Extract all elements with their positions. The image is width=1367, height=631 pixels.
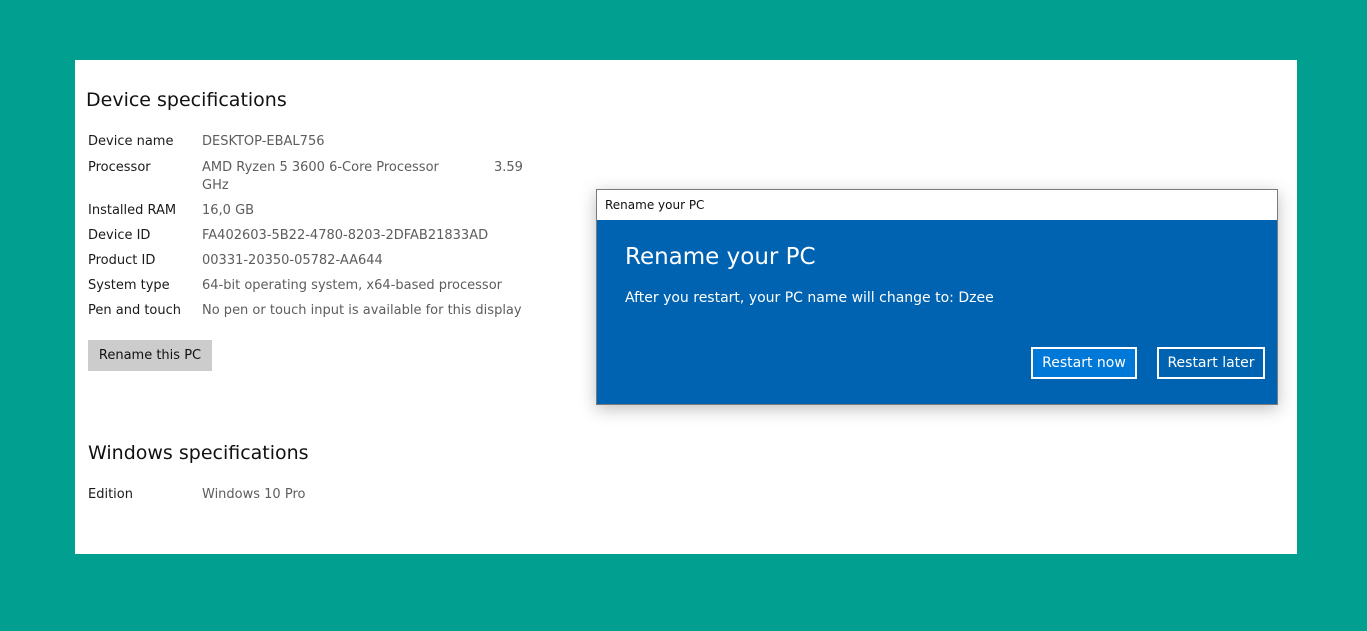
spec-label: System type	[88, 278, 170, 293]
spec-label: Edition	[88, 487, 133, 502]
device-specifications-heading: Device specifications	[86, 89, 287, 111]
spec-value: Windows 10 Pro	[202, 487, 306, 502]
dialog-title-bar[interactable]: Rename your PC	[597, 190, 1277, 220]
spec-label: Pen and touch	[88, 303, 182, 318]
spec-value: No pen or touch input is available for t…	[202, 303, 522, 318]
dialog-message: After you restart, your PC name will cha…	[625, 290, 994, 306]
dialog-heading: Rename your PC	[625, 244, 816, 270]
spec-value: 64-bit operating system, x64-based proce…	[202, 278, 502, 293]
spec-label: Installed RAM	[88, 203, 177, 218]
spec-value: AMD Ryzen 5 3600 6-Core Processor GHz	[202, 160, 439, 193]
spec-value: 16,0 GB	[202, 203, 255, 218]
windows-specifications-heading: Windows specifications	[88, 442, 309, 464]
restart-now-button[interactable]: Restart now	[1031, 347, 1137, 379]
spec-label: Device ID	[88, 228, 151, 243]
rename-this-pc-button[interactable]: Rename this PC	[88, 340, 212, 371]
spec-value: FA402603-5B22-4780-8203-2DFAB21833AD	[202, 228, 489, 243]
rename-pc-dialog: Rename your PC Rename your PC After you …	[596, 189, 1278, 405]
spec-label: Device name	[88, 134, 174, 149]
spec-value: 00331-20350-05782-AA644	[202, 253, 383, 268]
spec-row-processor: Processor AMD Ryzen 5 3600 6-Core Proces…	[88, 159, 548, 195]
desktop-background: { "device_specs": { "title": "Device spe…	[0, 0, 1367, 631]
spec-label: Processor	[88, 160, 151, 175]
restart-later-button[interactable]: Restart later	[1157, 347, 1265, 379]
spec-value: DESKTOP-EBAL756	[202, 134, 325, 149]
spec-label: Product ID	[88, 253, 156, 268]
processor-clock-speed: 3.59	[494, 160, 523, 175]
